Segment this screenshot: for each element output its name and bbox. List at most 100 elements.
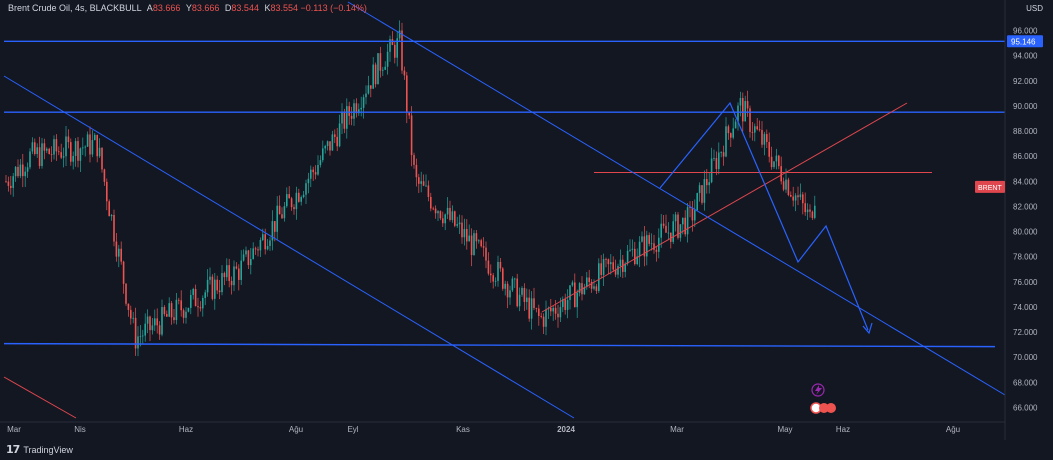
candle-body: [554, 307, 557, 314]
candle-body: [514, 278, 516, 280]
candle-body: [574, 282, 576, 308]
candle-body: [274, 221, 276, 232]
candle-body: [115, 241, 118, 257]
candle-body: [410, 115, 413, 156]
candle-body: [799, 194, 802, 198]
y-tick-label: 70.000: [1013, 353, 1038, 362]
candle-body: [718, 152, 720, 170]
candle-body: [139, 335, 142, 337]
candle-body: [773, 161, 775, 168]
candle-body: [262, 234, 264, 240]
candle-body: [245, 250, 247, 255]
candle-body: [432, 208, 434, 210]
candle-body: [360, 107, 362, 110]
candle-body: [545, 309, 547, 327]
candle-body: [26, 167, 29, 172]
candle-body: [365, 93, 367, 98]
y-tick-label: 94.000: [1013, 52, 1038, 61]
candle-body: [346, 106, 348, 129]
candle-body: [650, 243, 653, 245]
candle-body: [98, 147, 101, 157]
candle-body: [367, 85, 370, 94]
y-tick-label: 84.000: [1013, 177, 1038, 186]
candle-body: [406, 75, 408, 113]
candle-body: [319, 160, 322, 165]
candle-body: [442, 218, 444, 224]
y-tick-label: 90.000: [1013, 102, 1038, 111]
price-change: −0.113 (−0.14%): [300, 3, 367, 13]
ohlc-high: 83.666: [191, 3, 220, 13]
candle-body: [113, 215, 115, 242]
candle-body: [576, 292, 578, 308]
candle-body: [283, 206, 286, 219]
ohlc-low: 83.544: [231, 3, 259, 13]
candle-body: [434, 208, 437, 214]
candle-body: [454, 211, 456, 226]
symbol-legend[interactable]: Brent Crude Oil, 4s, BLACKBULL A83.666 Y…: [8, 3, 367, 13]
candle-body: [698, 185, 701, 194]
candle-body: [17, 166, 19, 177]
y-tick-label: 88.000: [1013, 127, 1038, 136]
candle-body: [806, 209, 809, 213]
currency-label[interactable]: USD: [1026, 4, 1043, 13]
candle-body: [382, 69, 384, 71]
candle-body: [422, 181, 425, 186]
candle-body: [288, 194, 290, 199]
candle-body: [185, 311, 187, 318]
candle-body: [211, 276, 214, 299]
candle-body: [91, 140, 94, 155]
candle-body: [499, 261, 502, 269]
candle-body: [648, 235, 650, 244]
candle-body: [792, 196, 794, 201]
candle-body: [482, 246, 485, 248]
candle-body: [50, 153, 53, 155]
candle-body: [79, 148, 82, 161]
candle-body: [370, 85, 372, 89]
interval-label: 4s: [75, 3, 85, 13]
x-tick-label: Ağu: [946, 425, 960, 434]
candle-body: [226, 265, 228, 278]
candle-body: [626, 250, 629, 264]
y-tick-label: 80.000: [1013, 228, 1038, 237]
candle-body: [166, 314, 168, 317]
candle-body: [235, 266, 238, 269]
candle-body: [156, 318, 158, 326]
candle-body: [41, 143, 43, 167]
candle-body: [430, 196, 432, 209]
candle-body: [223, 273, 226, 278]
candle-body: [732, 128, 734, 138]
candle-body: [202, 298, 204, 309]
candle-body: [497, 261, 499, 281]
candle-body: [710, 158, 713, 183]
candle-body: [331, 134, 334, 151]
candle-body: [89, 134, 91, 155]
candle-body: [679, 224, 682, 238]
candle-body: [686, 207, 689, 235]
candle-body: [173, 317, 175, 321]
candle-body: [631, 248, 634, 250]
candle-body: [29, 151, 31, 168]
candle-body: [286, 194, 288, 207]
candle-body: [144, 323, 146, 336]
candle-body: [257, 249, 259, 251]
candle-body: [461, 222, 463, 238]
candle-body: [778, 155, 780, 167]
candle-body: [266, 245, 269, 250]
candle-body: [540, 315, 542, 317]
candle-body: [797, 195, 799, 198]
candle-body: [566, 299, 569, 310]
candle-body: [108, 201, 110, 217]
candle-body: [475, 233, 478, 242]
candle-body: [523, 287, 526, 302]
candle-body: [324, 145, 326, 149]
tradingview-branding[interactable]: 𝟭𝟳 TradingView: [6, 443, 73, 456]
candle-body: [55, 139, 58, 152]
y-tick-label: 82.000: [1013, 202, 1038, 211]
candle-body: [538, 308, 540, 316]
candle-body: [31, 142, 34, 152]
candle-body: [216, 279, 218, 291]
candle-body: [278, 205, 281, 215]
price-chart[interactable]: 66.000 68.000 70.000 72.000 74.000 76.000 78.0…: [0, 0, 1053, 460]
candle-body: [74, 141, 77, 156]
candle-body: [511, 278, 514, 291]
